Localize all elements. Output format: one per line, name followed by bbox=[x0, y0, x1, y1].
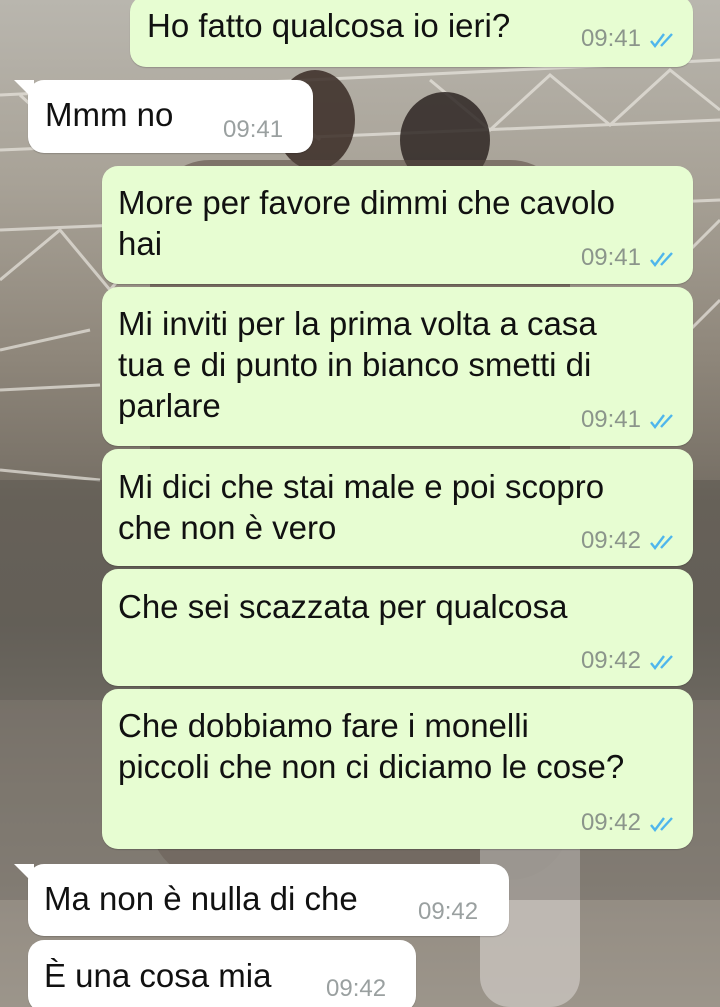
message-time: 09:41 bbox=[580, 244, 641, 271]
message-time: 09:41 bbox=[580, 25, 641, 52]
message-bubble-outgoing[interactable]: Mi dici che stai male e poi scopro che n… bbox=[102, 449, 693, 566]
message-bubble-incoming[interactable]: Ma non è nulla di che 09:42 bbox=[14, 864, 509, 936]
message-meta: 09:42 bbox=[581, 810, 679, 836]
message-time: 09:42 bbox=[580, 809, 641, 836]
double-check-icon bbox=[650, 413, 673, 429]
message-time: 09:41 bbox=[223, 116, 284, 143]
double-check-icon bbox=[650, 32, 673, 48]
message-text: Mi dici che stai male e poi scopro che n… bbox=[118, 468, 605, 546]
message-meta: 09:42 bbox=[418, 899, 478, 925]
message-meta: 09:42 bbox=[581, 648, 679, 674]
message-bubble-outgoing[interactable]: Ho fatto qualcosa io ieri? 09:41 bbox=[130, 0, 693, 67]
message-bubble-outgoing[interactable]: Che sei scazzata per qualcosa 09:42 bbox=[102, 569, 693, 686]
message-bubble-outgoing[interactable]: Che dobbiamo fare i monelli piccoli che … bbox=[102, 689, 693, 849]
message-text: Che sei scazzata per qualcosa bbox=[118, 588, 568, 625]
message-meta: 09:41 bbox=[223, 117, 283, 143]
message-bubble-outgoing[interactable]: More per favore dimmi che cavolo hai 09:… bbox=[102, 166, 693, 284]
message-meta: 09:41 bbox=[581, 26, 679, 52]
message-meta: 09:41 bbox=[581, 407, 679, 433]
message-text: More per favore dimmi che cavolo hai bbox=[118, 184, 616, 262]
message-meta: 09:42 bbox=[326, 976, 386, 1002]
message-bubble-incoming[interactable]: È una cosa mia 09:42 bbox=[28, 940, 416, 1007]
message-text: Ma non è nulla di che bbox=[44, 880, 358, 917]
double-check-icon bbox=[650, 654, 673, 670]
message-text: Ho fatto qualcosa io ieri? bbox=[147, 7, 511, 44]
message-time: 09:42 bbox=[580, 527, 641, 554]
message-meta: 09:41 bbox=[581, 245, 679, 271]
bubble-tail bbox=[14, 864, 34, 884]
double-check-icon bbox=[650, 816, 673, 832]
message-text: Mmm no bbox=[45, 96, 174, 133]
bubble-tail bbox=[14, 80, 34, 100]
message-text: È una cosa mia bbox=[44, 957, 272, 994]
double-check-icon bbox=[650, 534, 673, 550]
message-bubble-outgoing[interactable]: Mi inviti per la prima volta a casa tua … bbox=[102, 287, 693, 446]
double-check-icon bbox=[650, 251, 673, 267]
message-time: 09:42 bbox=[580, 647, 641, 674]
message-bubble-incoming[interactable]: Mmm no 09:41 bbox=[14, 80, 313, 153]
message-time: 09:42 bbox=[326, 975, 387, 1002]
message-time: 09:42 bbox=[418, 898, 479, 925]
message-text: Mi inviti per la prima volta a casa tua … bbox=[118, 305, 597, 424]
message-time: 09:41 bbox=[580, 406, 641, 433]
message-text: Che dobbiamo fare i monelli piccoli che … bbox=[118, 707, 625, 785]
message-meta: 09:42 bbox=[581, 528, 679, 554]
